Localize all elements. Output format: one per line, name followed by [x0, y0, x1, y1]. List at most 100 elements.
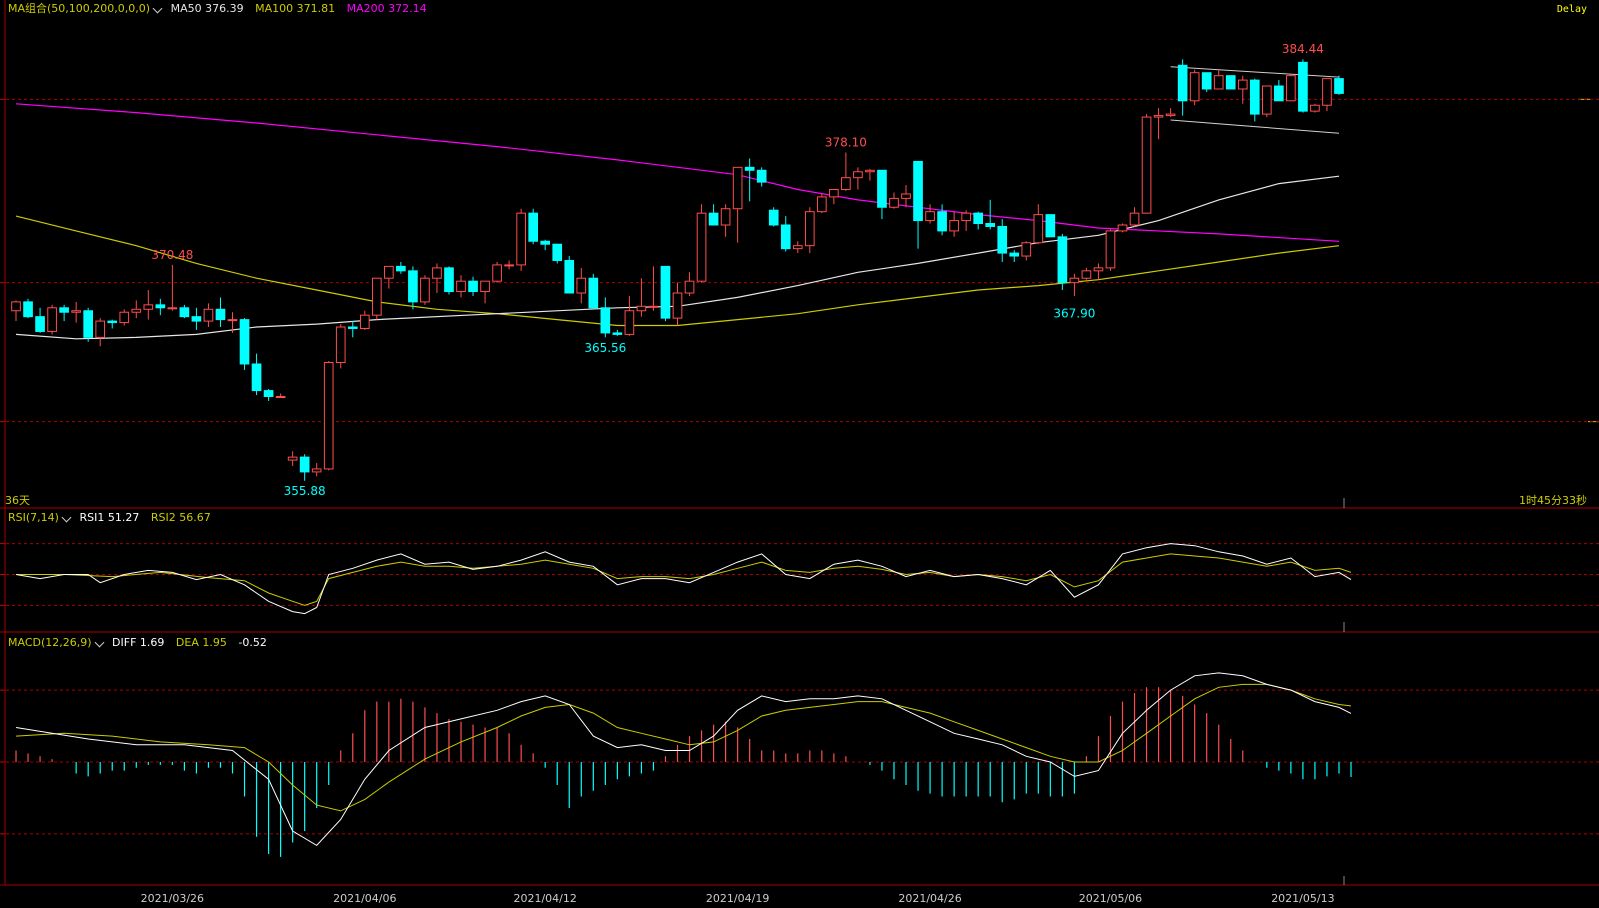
- macd-name[interactable]: MACD(12,26,9): [8, 636, 92, 649]
- candle[interactable]: [660, 265, 671, 322]
- chevron-down-icon[interactable]: [152, 3, 163, 13]
- candle[interactable]: [1177, 59, 1188, 116]
- candle[interactable]: [323, 361, 334, 471]
- candle[interactable]: [420, 275, 430, 305]
- candle[interactable]: [853, 167, 863, 190]
- candle[interactable]: [371, 277, 382, 320]
- ma-group-label[interactable]: MA组合(50,100,200,0,0,0): [8, 2, 150, 15]
- candle[interactable]: [456, 275, 466, 298]
- candle[interactable]: [1310, 103, 1320, 113]
- candle[interactable]: [47, 304, 57, 335]
- candle[interactable]: [829, 189, 839, 205]
- candle[interactable]: [59, 304, 69, 322]
- candle[interactable]: [600, 297, 611, 338]
- candle[interactable]: [1201, 72, 1212, 92]
- candle[interactable]: [408, 266, 418, 310]
- candle[interactable]: [468, 276, 478, 296]
- candle[interactable]: [1117, 223, 1128, 233]
- candle[interactable]: [588, 273, 599, 309]
- candle[interactable]: [913, 160, 923, 249]
- candle[interactable]: [708, 204, 719, 226]
- candle[interactable]: [1298, 59, 1308, 113]
- candle[interactable]: [311, 463, 322, 477]
- candle[interactable]: [1057, 233, 1068, 291]
- candle[interactable]: [155, 298, 166, 316]
- candlesticks[interactable]: [11, 59, 1344, 481]
- candle[interactable]: [696, 204, 707, 283]
- candle[interactable]: [263, 389, 274, 401]
- candle[interactable]: [1334, 75, 1344, 95]
- candle[interactable]: [756, 167, 767, 187]
- candle[interactable]: [624, 295, 635, 336]
- rsi-name[interactable]: RSI(7,14): [8, 511, 59, 524]
- candle[interactable]: [275, 393, 286, 399]
- candle[interactable]: [119, 309, 130, 326]
- candle[interactable]: [1261, 85, 1272, 118]
- candle[interactable]: [396, 261, 406, 274]
- candle[interactable]: [732, 166, 743, 243]
- candle[interactable]: [1237, 75, 1248, 104]
- chevron-down-icon[interactable]: [61, 512, 72, 522]
- chevron-down-icon[interactable]: [94, 637, 104, 647]
- candle[interactable]: [143, 290, 154, 320]
- candle[interactable]: [347, 321, 358, 338]
- candle[interactable]: [1225, 75, 1236, 90]
- candle[interactable]: [1213, 69, 1224, 90]
- candle[interactable]: [287, 451, 298, 466]
- candle[interactable]: [744, 158, 755, 202]
- candle[interactable]: [1129, 207, 1140, 227]
- ma-legend[interactable]: MA组合(50,100,200,0,0,0) MA50 376.39 MA100…: [8, 2, 427, 15]
- candle[interactable]: [1286, 74, 1296, 102]
- candle[interactable]: [1189, 69, 1200, 106]
- candle[interactable]: [1249, 78, 1260, 122]
- candle[interactable]: [973, 211, 984, 230]
- candle[interactable]: [901, 185, 911, 208]
- candle[interactable]: [107, 319, 118, 329]
- candle[interactable]: [576, 267, 587, 304]
- candle[interactable]: [95, 318, 106, 347]
- macd-legend[interactable]: MACD(12,26,9) DIFF 1.69 DEA 1.95 -0.52: [8, 636, 267, 649]
- kline-chart[interactable]: 370.48 355.88 365.56 378.10 367.90 384.44 202…: [0, 0, 1599, 908]
- candle[interactable]: [1105, 229, 1116, 271]
- candle[interactable]: [11, 300, 21, 322]
- candle[interactable]: [299, 454, 310, 481]
- candle[interactable]: [925, 204, 935, 224]
- candle[interactable]: [648, 266, 659, 311]
- candle[interactable]: [1153, 108, 1164, 140]
- candle[interactable]: [949, 211, 959, 237]
- rsi-legend[interactable]: RSI(7,14) RSI1 51.27 RSI2 56.67: [8, 511, 211, 524]
- candle[interactable]: [804, 207, 815, 254]
- candle[interactable]: [540, 239, 551, 251]
- candle[interactable]: [215, 297, 226, 328]
- candle[interactable]: [179, 304, 190, 319]
- candle[interactable]: [83, 307, 94, 342]
- candle[interactable]: [889, 192, 899, 209]
- candle[interactable]: [985, 199, 996, 230]
- candle[interactable]: [35, 307, 45, 333]
- candle[interactable]: [516, 208, 526, 271]
- candle[interactable]: [841, 152, 851, 191]
- candle[interactable]: [780, 216, 791, 252]
- candle[interactable]: [937, 204, 947, 236]
- candle[interactable]: [1033, 204, 1044, 245]
- candle[interactable]: [492, 261, 502, 283]
- candle[interactable]: [1009, 250, 1020, 262]
- candle[interactable]: [1322, 78, 1332, 112]
- candle[interactable]: [444, 266, 454, 295]
- candle[interactable]: [1045, 214, 1056, 238]
- candle[interactable]: [71, 301, 81, 323]
- candle[interactable]: [564, 256, 575, 294]
- candle[interactable]: [684, 272, 695, 296]
- candle[interactable]: [961, 210, 971, 231]
- candle[interactable]: [480, 280, 490, 304]
- candle[interactable]: [203, 303, 214, 328]
- candle[interactable]: [131, 300, 142, 319]
- candle[interactable]: [636, 278, 647, 317]
- candle[interactable]: [997, 219, 1008, 262]
- candle[interactable]: [865, 168, 875, 181]
- candle[interactable]: [672, 282, 683, 326]
- candle[interactable]: [1274, 80, 1284, 102]
- candle[interactable]: [816, 193, 827, 214]
- candle[interactable]: [504, 260, 514, 270]
- candle[interactable]: [239, 318, 250, 370]
